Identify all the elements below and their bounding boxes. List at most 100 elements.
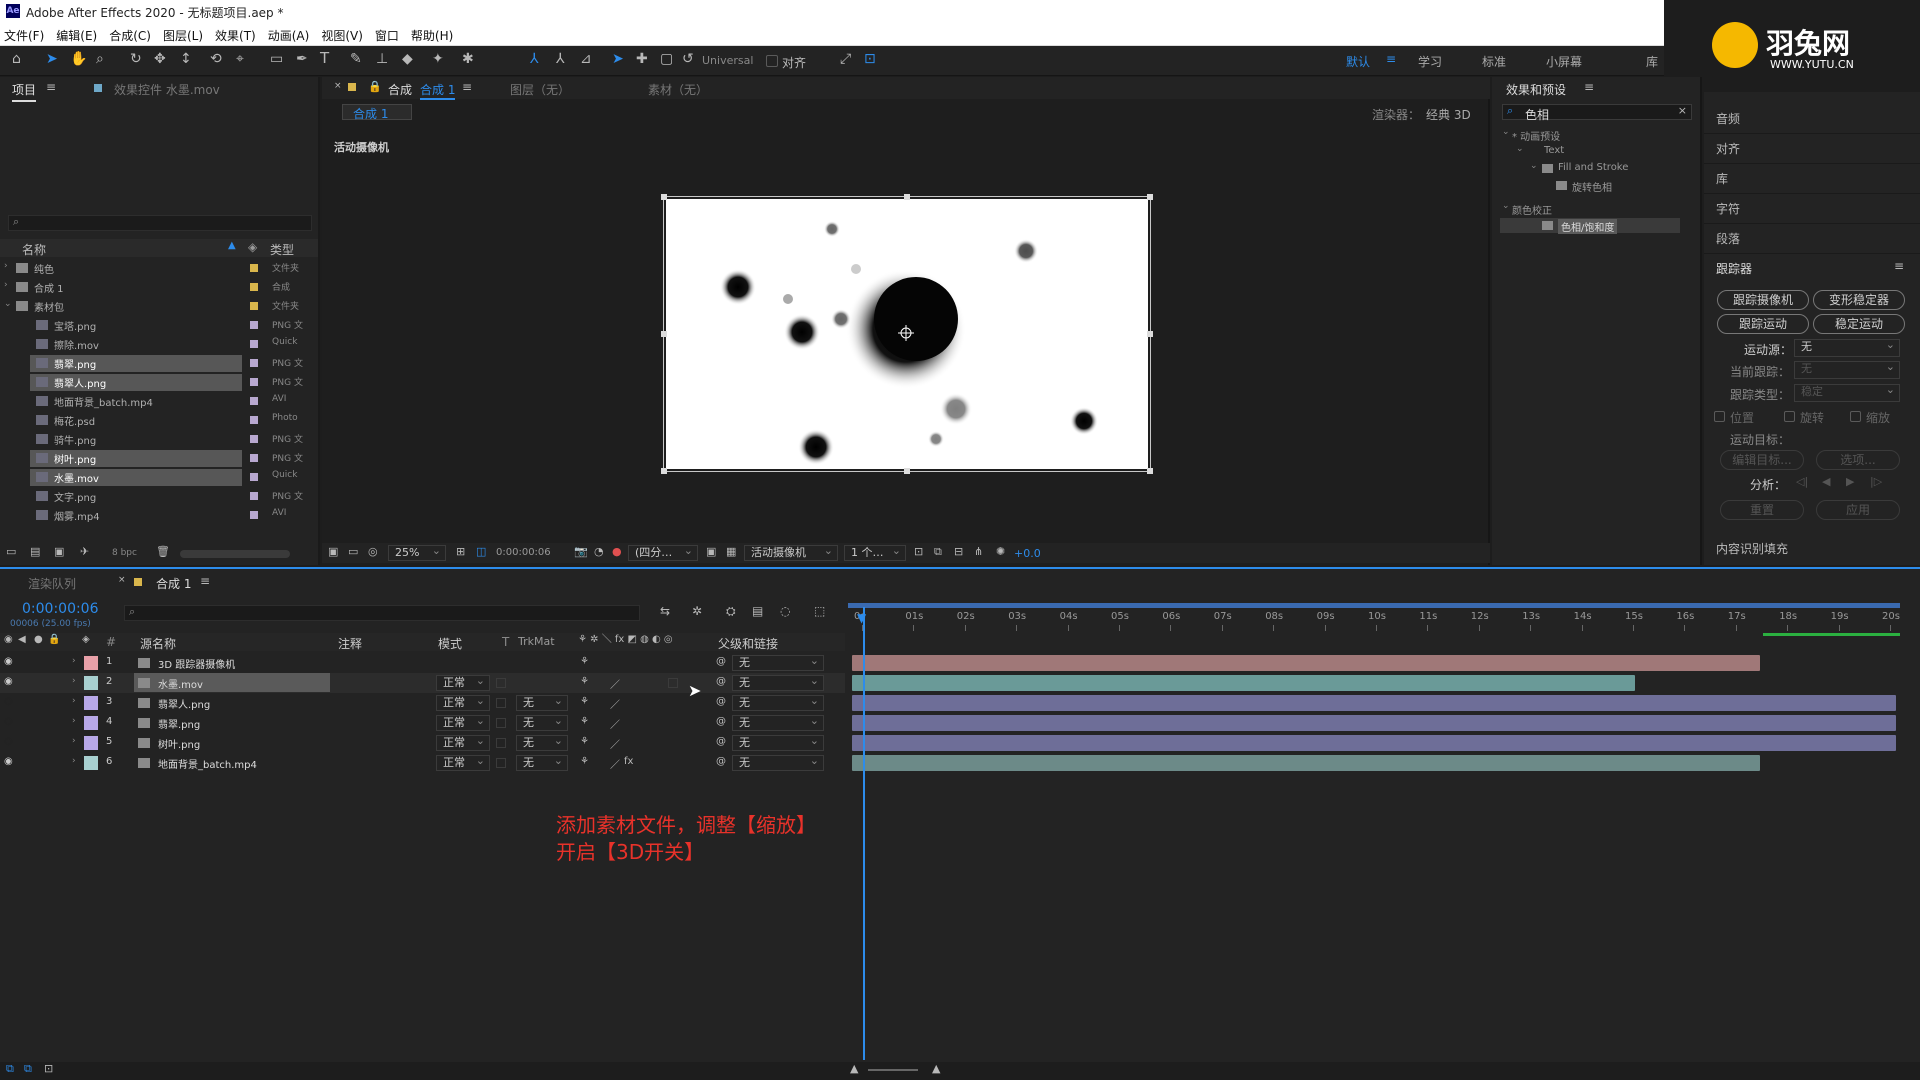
axis-view-icon[interactable]: ⊿ xyxy=(580,52,592,66)
project-scroll[interactable] xyxy=(180,550,290,558)
vr-icon[interactable]: ◎ xyxy=(368,546,378,557)
rectangle-tool-icon[interactable]: ▭ xyxy=(270,52,283,66)
cursor-3d-icon[interactable]: ➤ xyxy=(612,52,624,66)
handle-tc[interactable] xyxy=(904,194,910,200)
layer-mode-dropdown[interactable]: 正常 xyxy=(436,754,490,771)
project-item[interactable]: 翡翠.png PNG 文 xyxy=(0,354,318,373)
anchor-tool-icon[interactable]: ⌖ xyxy=(236,52,244,66)
comp-subtab[interactable]: 合成 1 xyxy=(342,104,412,121)
tab-footage[interactable]: 素材（无） xyxy=(648,81,708,98)
region-icon[interactable]: ▣ xyxy=(706,546,716,557)
visibility-eye-icon[interactable]: ◉ xyxy=(4,656,13,667)
handle-bc[interactable] xyxy=(904,468,910,474)
menu-item-1[interactable]: 编辑(E) xyxy=(56,27,97,44)
effects-search[interactable]: ⌕ 色相 × xyxy=(1502,104,1692,122)
expand-arrow-icon[interactable]: ⌄ xyxy=(4,299,12,309)
pen-tool-icon[interactable]: ✒ xyxy=(296,52,308,66)
layer-row[interactable]: ◉ › 4 翡翠.png 正常 无 ⚘ ／ @ 无 xyxy=(0,713,845,733)
layer-search[interactable]: ⌕ xyxy=(124,605,640,621)
toggle-inout-icon[interactable]: ⊡ xyxy=(44,1063,53,1074)
stabilize-motion-button[interactable]: 稳定运动 xyxy=(1813,314,1905,334)
project-item[interactable]: 水墨.mov Quick xyxy=(0,468,318,487)
rotate-tool-icon[interactable]: ⟲ xyxy=(210,52,222,66)
layer-row[interactable]: ◉ › 3 翡翠人.png 正常 无 ⚘ ／ @ 无 xyxy=(0,693,845,713)
workspace-1[interactable]: 学习 xyxy=(1418,53,1442,70)
layer-label-color[interactable] xyxy=(84,756,98,770)
pickwhip-icon[interactable]: @ xyxy=(716,716,726,727)
menu-item-0[interactable]: 文件(F) xyxy=(4,27,44,44)
handle-tl[interactable] xyxy=(661,194,667,200)
visibility-eye-icon[interactable]: ◉ xyxy=(4,716,13,727)
graph-editor-icon[interactable]: ⬚ xyxy=(814,605,825,617)
pickwhip-icon[interactable]: @ xyxy=(716,756,726,767)
workspace-3[interactable]: 小屏幕 xyxy=(1546,53,1582,70)
zoom-dropdown[interactable]: 25% xyxy=(388,544,446,561)
handle-mr[interactable] xyxy=(1147,331,1153,337)
3d-switch-box[interactable] xyxy=(668,678,678,688)
project-item[interactable]: 骑牛.png PNG 文 xyxy=(0,430,318,449)
toggle-pixel-icon[interactable]: ⊡ xyxy=(914,546,923,557)
right-panel-4[interactable]: 段落 xyxy=(1704,226,1920,254)
shy-switch-icon[interactable]: ⚘ xyxy=(580,676,589,687)
track-motion-button[interactable]: 跟踪运动 xyxy=(1717,314,1809,334)
zoom-slider[interactable] xyxy=(868,1069,918,1071)
always-preview-icon[interactable]: ▣ xyxy=(328,546,338,557)
menu-item-3[interactable]: 图层(L) xyxy=(163,27,203,44)
layer-duration-bar[interactable] xyxy=(852,655,1760,671)
motion-blur-icon[interactable]: ◌ xyxy=(780,605,790,617)
handle-br[interactable] xyxy=(1147,468,1153,474)
parent-dropdown[interactable]: 无 xyxy=(732,734,824,751)
timeline-icon[interactable]: ⊟ xyxy=(954,546,963,557)
preserve-transparency-box[interactable] xyxy=(496,758,506,768)
pickwhip-icon[interactable]: @ xyxy=(716,736,726,747)
expand-layer-icon[interactable]: › xyxy=(72,696,76,706)
effects-tree-item[interactable]: ⌄ Text xyxy=(1492,144,1692,160)
layer-row[interactable]: ◉ › 6 地面背景_batch.mp4 正常 无 ⚘ ／ fx @ 无 xyxy=(0,753,845,773)
tab-comp-prefix[interactable]: 合成 xyxy=(388,81,412,98)
layer-row[interactable]: ◉ › 1 3D 跟踪器摄像机 ⚘ @ 无 xyxy=(0,653,845,673)
layer-duration-bar[interactable] xyxy=(852,755,1760,771)
move-3d-icon[interactable]: ✚ xyxy=(636,52,648,66)
parent-dropdown[interactable]: 无 xyxy=(732,674,824,691)
col-name[interactable]: 名称 xyxy=(22,241,46,258)
layer-duration-bar[interactable] xyxy=(852,695,1896,711)
project-search[interactable]: ⌕ xyxy=(8,215,312,231)
track-camera-button[interactable]: 跟踪摄像机 xyxy=(1717,290,1809,310)
timeline-timecode[interactable]: 0:00:00:06 xyxy=(22,601,99,617)
comp-mini-flowchart-icon[interactable]: ⇆ xyxy=(660,605,670,617)
dolly-tool-icon[interactable]: ↕ xyxy=(180,52,192,66)
layer-mode-dropdown[interactable]: 正常 xyxy=(436,714,490,731)
right-panel-3[interactable]: 字符 xyxy=(1704,196,1920,224)
playhead-handle-icon[interactable]: ▼ xyxy=(857,611,866,625)
layer-mode-dropdown[interactable]: 正常 xyxy=(436,674,490,691)
shy-switch-icon[interactable]: ⚘ xyxy=(580,656,589,667)
timeline-menu-icon[interactable]: ≡ xyxy=(200,575,210,587)
effects-tree-item[interactable]: ⌄ * 动画预设 xyxy=(1492,127,1692,143)
zoom-tool-icon[interactable]: ⌕ xyxy=(96,52,104,66)
toggle-modes-icon[interactable]: ⧉ xyxy=(24,1063,32,1074)
comp-viewer[interactable] xyxy=(666,199,1148,469)
fast-preview-icon[interactable]: ⧉ xyxy=(934,546,942,557)
effects-tree-item[interactable]: ⌄ 颜色校正 xyxy=(1492,201,1692,217)
layer-label-color[interactable] xyxy=(84,736,98,750)
visibility-eye-icon[interactable]: ◉ xyxy=(4,676,13,687)
layer-label-color[interactable] xyxy=(84,676,98,690)
time-ruler[interactable]: 0s 01s 02s 03s 04s 05s 06s 07s 08s 09s 10s 11s 12s 13… xyxy=(848,603,1900,653)
align-checkbox[interactable] xyxy=(766,55,778,67)
fx-switch-icon[interactable]: fx xyxy=(624,756,633,767)
handle-bl[interactable] xyxy=(661,468,667,474)
trkmat-dropdown[interactable]: 无 xyxy=(516,734,568,751)
col-type[interactable]: 类型 xyxy=(270,241,294,258)
shy-switch-icon[interactable]: ⚘ xyxy=(580,736,589,747)
preserve-transparency-box[interactable] xyxy=(496,678,506,688)
preserve-transparency-box[interactable] xyxy=(496,698,506,708)
visibility-eye-icon[interactable]: ◉ xyxy=(4,756,13,767)
quality-switch-icon[interactable]: ／ xyxy=(610,756,620,771)
expand-layer-icon[interactable]: › xyxy=(72,676,76,686)
lock-icon[interactable]: 🔒 xyxy=(368,81,382,92)
project-item[interactable]: 烟雾.mp4 AVI xyxy=(0,506,318,525)
panel-menu-icon[interactable]: ≡ xyxy=(46,81,56,93)
snapshot-icon[interactable]: 📷 xyxy=(574,546,588,557)
layer-duration-bar[interactable] xyxy=(852,715,1896,731)
tab-render-queue[interactable]: 渲染队列 xyxy=(28,575,76,592)
